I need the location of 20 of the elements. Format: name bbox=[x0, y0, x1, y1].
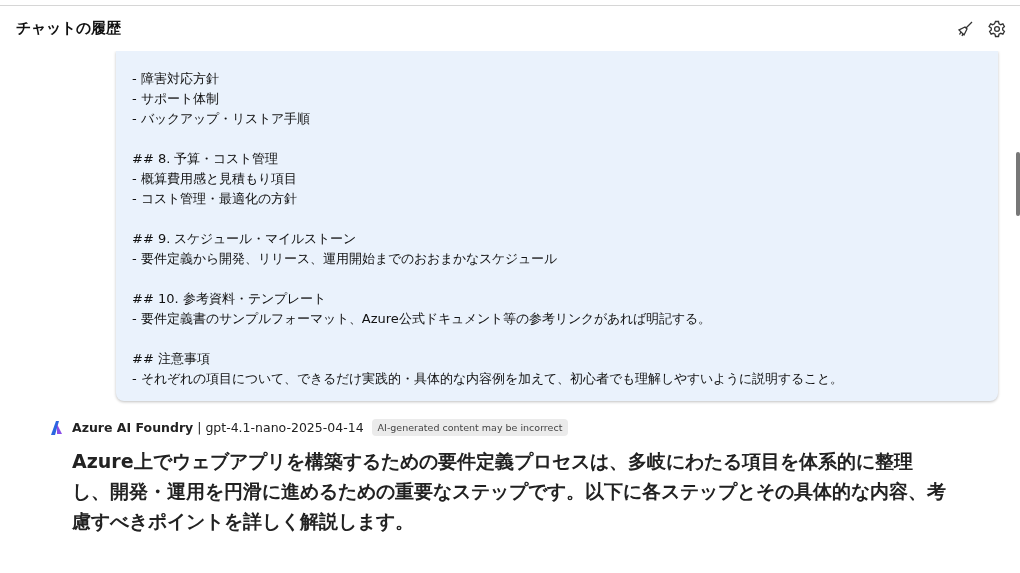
scrollbar-thumb[interactable] bbox=[1016, 152, 1020, 216]
message-line: - サポート体制 bbox=[132, 90, 220, 108]
message-line: - 概算費用感と見積もり項目 bbox=[132, 170, 298, 188]
assistant-answer: Azure上でウェブアプリを構築するための要件定義プロセスは、多岐にわたる項目を体系的に整理し、開発・運用を円滑に進めるための重要なステップです。以下に各ステップとその具体的な内容、考慮すべきポイントを詳しく解説します。 bbox=[72, 449, 947, 534]
message-line: - 障害対応方針 bbox=[132, 70, 220, 88]
logo-icon bbox=[48, 419, 64, 436]
panel-title: チャットの履歴 bbox=[16, 19, 121, 38]
message-line: ## 10. 参考資料・テンプレート bbox=[132, 290, 327, 308]
settings-icon[interactable] bbox=[988, 19, 1006, 38]
message-line: - 要件定義書のサンプルフォーマット、Azure公式ドキュメント等の参考リンクがあれば明記する。 bbox=[132, 310, 712, 328]
disclaimer-badge: AI-generated content may be incorrect bbox=[371, 419, 569, 436]
message-line: ## 8. 予算・コスト管理 bbox=[132, 150, 280, 168]
message-line: ## 注意事項 bbox=[132, 350, 211, 368]
message-line: - コスト管理・最適化の方針 bbox=[132, 190, 298, 208]
message-line: - 要件定義から開発、リリース、運用開始までのおおまかなスケジュール bbox=[132, 250, 558, 268]
model-source: Azure AI Foundry | gpt-4.1-nano-2025-04-14 bbox=[72, 420, 364, 435]
message-line: ## 9. スケジュール・マイルストーン bbox=[132, 230, 358, 248]
message-line: - バックアップ・リストア手順 bbox=[132, 110, 311, 128]
broom-icon[interactable] bbox=[956, 19, 974, 38]
message-line: - それぞれの項目について、できるだけ実践的・具体的な内容例を加えて、初心者でも理解しやすいように説明すること。 bbox=[132, 370, 844, 388]
